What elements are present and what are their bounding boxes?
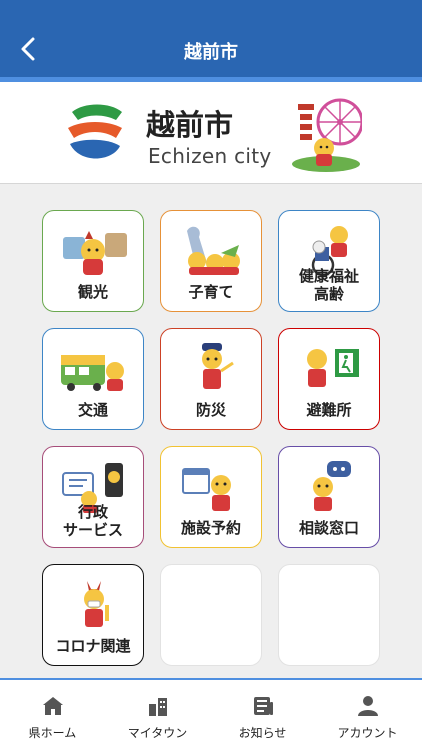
nav-label: お知らせ: [238, 726, 287, 740]
disaster-prevention-icon: [202, 343, 234, 389]
tile-label-text: 行政 サービス: [62, 503, 123, 539]
tile-empty: [278, 564, 380, 666]
nav-my-town[interactable]: マイタウン: [105, 680, 210, 750]
home-icon: [43, 697, 63, 715]
nav-label: マイタウン: [127, 726, 188, 740]
tile-label: 子育て: [188, 283, 234, 301]
tile-label: 避難所: [306, 401, 352, 419]
tile-label: 相談窓口: [298, 519, 359, 537]
tile-label: 健康福祉 高齢: [279, 267, 379, 303]
consultation-icon: [313, 461, 351, 511]
town-icon: [149, 698, 167, 716]
tile-tourism[interactable]: 観光: [42, 210, 144, 312]
nav-prefecture-home[interactable]: 県ホーム: [0, 680, 105, 750]
nav-notices[interactable]: お知らせ: [210, 680, 315, 750]
city-banner: 越前市 Echizen city: [0, 82, 422, 184]
tile-facility-reservation[interactable]: 施設予約: [160, 446, 262, 548]
tile-disaster-prevention[interactable]: 防災: [160, 328, 262, 430]
tile-label: 観光: [77, 283, 108, 301]
tile-label: 防災: [195, 401, 226, 419]
tile-childcare[interactable]: 子育て: [160, 210, 262, 312]
app-header: 越前市: [0, 0, 422, 82]
nav-label: 県ホーム: [28, 726, 77, 740]
evacuation-icon: [307, 349, 359, 387]
nav-account[interactable]: アカウント: [315, 680, 420, 750]
tile-label: 行政 サービス: [43, 503, 143, 539]
nav-label: アカウント: [337, 726, 398, 740]
city-name: 越前市: [146, 108, 234, 142]
tile-label-text: 健康福祉 高齢: [298, 267, 359, 303]
calendar-icon: [182, 468, 231, 511]
account-icon: [358, 696, 378, 716]
bus-icon: [61, 355, 124, 391]
mascot-illustration-icon: [292, 98, 362, 172]
tile-label: 交通: [77, 401, 108, 419]
city-logo-icon: [68, 104, 122, 159]
tile-label: コロナ関連: [55, 637, 131, 655]
tile-covid[interactable]: コロナ関連: [42, 564, 144, 666]
tile-evacuation-shelter[interactable]: 避難所: [278, 328, 380, 430]
tile-empty: [160, 564, 262, 666]
tile-administrative-services[interactable]: 行政 サービス: [42, 446, 144, 548]
tile-health-welfare[interactable]: 健康福祉 高齢: [278, 210, 380, 312]
covid-icon: [84, 581, 109, 627]
city-subtitle: Echizen city: [148, 144, 272, 168]
childcare-icon: [187, 226, 240, 275]
news-icon: [254, 697, 273, 715]
page-title: 越前市: [184, 42, 238, 63]
tourism-icon: [63, 231, 127, 275]
bottom-navigation: 県ホーム マイタウン お知らせ アカウント: [0, 678, 422, 750]
tile-consultation-desk[interactable]: 相談窓口: [278, 446, 380, 548]
tile-label: 施設予約: [180, 519, 241, 537]
tile-transport[interactable]: 交通: [42, 328, 144, 430]
